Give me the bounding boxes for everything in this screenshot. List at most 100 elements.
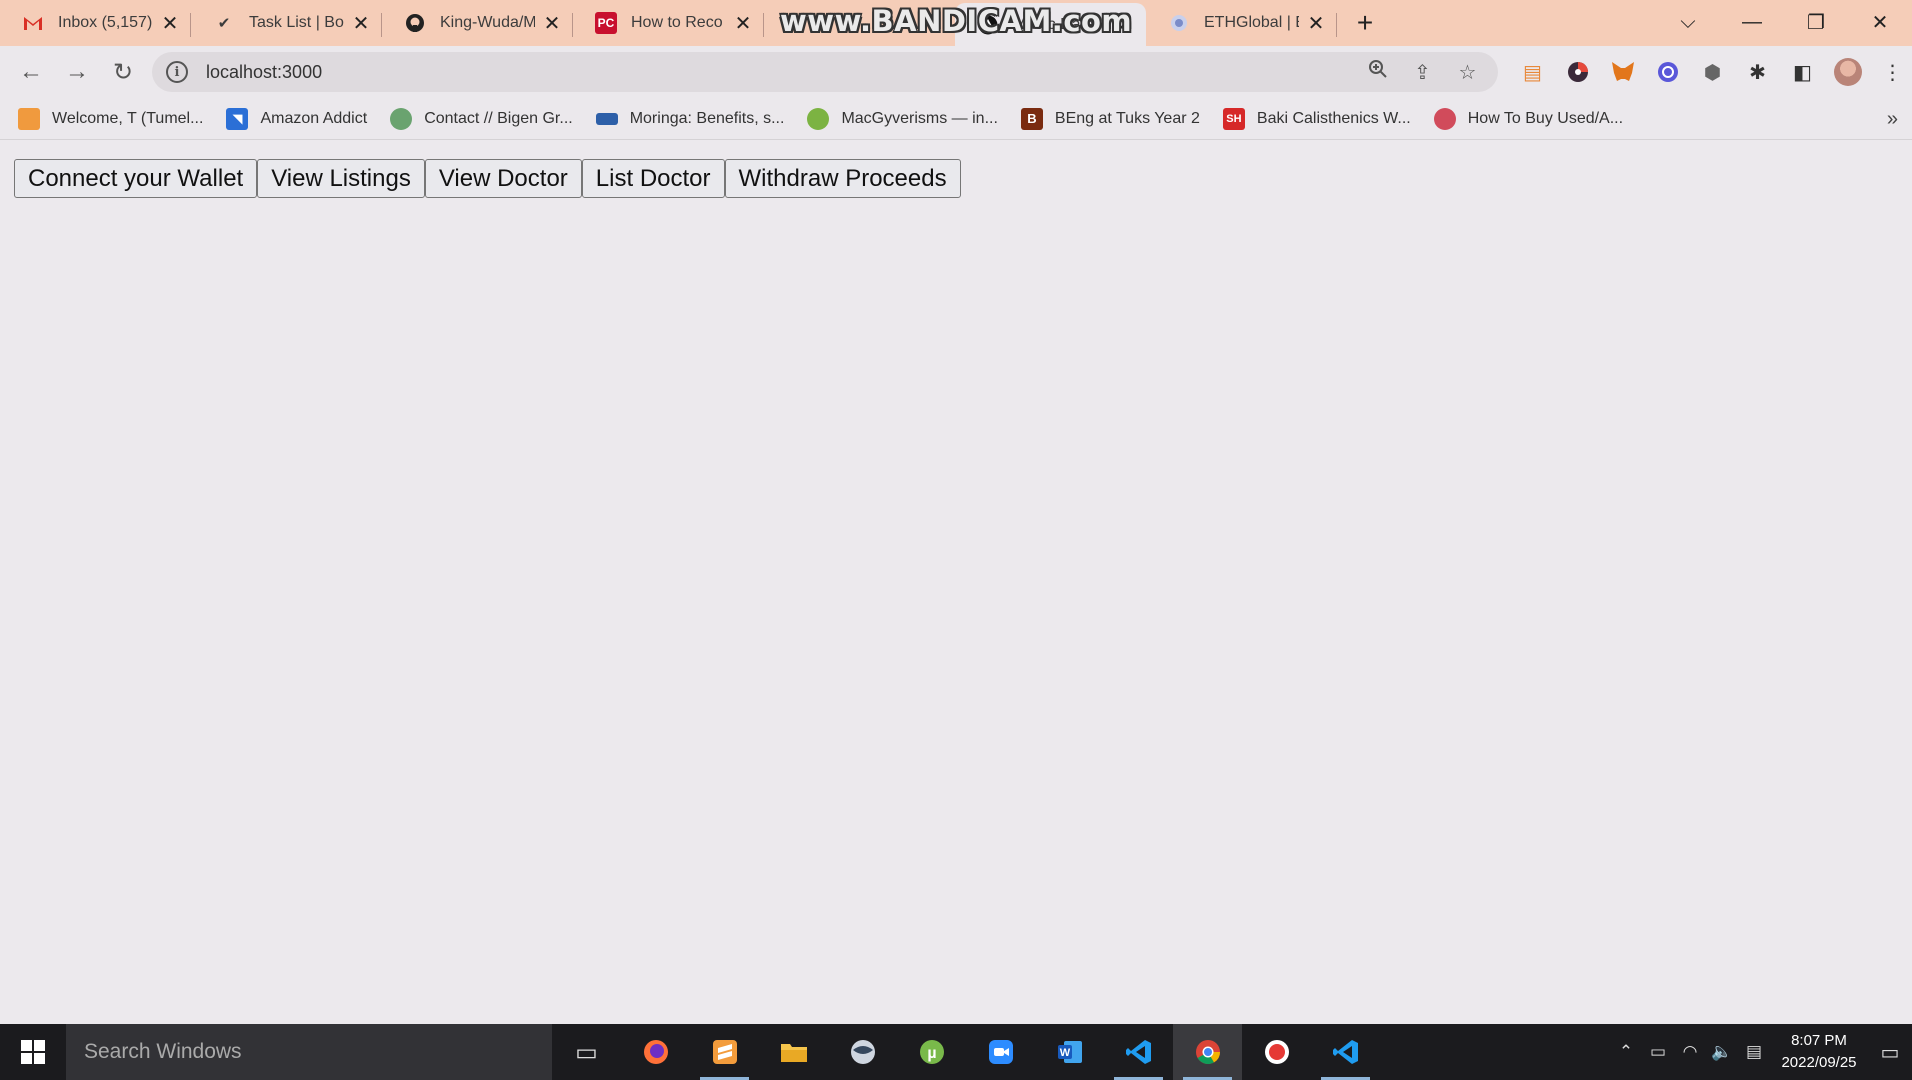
bookmark-item[interactable]: Welcome, T (Tumel...: [18, 107, 204, 130]
vscode-second-icon[interactable]: [1311, 1024, 1380, 1080]
zoom-icon[interactable]: [1355, 59, 1400, 85]
window-controls: ⌵ — ❐ ✕: [1656, 0, 1912, 44]
bookmark-blue-icon: ◥: [226, 107, 249, 130]
bookmark-label: BEng at Tuks Year 2: [1054, 109, 1200, 127]
close-icon[interactable]: ✕: [541, 12, 563, 35]
tab-search-chevron-icon[interactable]: ⌵: [1656, 0, 1720, 44]
cube-extension-icon[interactable]: ⬢: [1690, 52, 1735, 92]
tab-task-list[interactable]: ✔ Task List | Boa ✕: [191, 3, 382, 43]
bookmark-orange-icon: [18, 107, 40, 130]
tab-title: Task List | Boa: [249, 14, 344, 31]
tab-inbox[interactable]: Inbox (5,157) ✕: [0, 3, 191, 43]
search-placeholder: Search Windows: [84, 1040, 242, 1063]
bookmark-red-icon: [1433, 107, 1456, 130]
start-button[interactable]: [0, 1024, 66, 1080]
globe-app-icon[interactable]: [828, 1024, 897, 1080]
file-explorer-icon[interactable]: [759, 1024, 828, 1080]
page-content: Connect your Wallet View Listings View D…: [0, 141, 1912, 1024]
keyboard-icon[interactable]: ▤: [1738, 1042, 1770, 1062]
taskbar-search[interactable]: Search Windows: [66, 1024, 552, 1080]
firefox-icon[interactable]: [621, 1024, 690, 1080]
tab-how-to-record[interactable]: PC How to Reco ✕: [573, 3, 764, 43]
profile-avatar[interactable]: [1825, 52, 1870, 92]
bookmark-label: How To Buy Used/A...: [1467, 109, 1624, 127]
svg-text:W: W: [1059, 1047, 1070, 1059]
bookmark-item[interactable]: SH Baki Calisthenics W...: [1222, 107, 1411, 130]
bookmark-item[interactable]: B BEng at Tuks Year 2: [1020, 107, 1200, 130]
puzzle-icon[interactable]: ✱: [1735, 52, 1780, 92]
url-text: localhost:3000: [206, 61, 323, 82]
vscode-icon[interactable]: [1104, 1024, 1173, 1080]
tab-title: How to Reco: [631, 14, 723, 31]
forward-button[interactable]: →: [54, 49, 100, 95]
record-icon[interactable]: [1242, 1024, 1311, 1080]
tab-ethglobal[interactable]: ETHGlobal | E ✕: [1146, 3, 1337, 43]
side-panel-icon[interactable]: ◧: [1780, 52, 1825, 92]
extension-icons: ▤ ⬢ ✱ ◧ ⋮: [1510, 52, 1912, 92]
browser-toolbar: ← → ↻ i localhost:3000 ⇪ ☆ ▤ ⬢ ✱ ◧ ⋮: [0, 46, 1912, 98]
word-icon[interactable]: W: [1035, 1024, 1104, 1080]
task-view-icon[interactable]: ▭: [552, 1024, 621, 1080]
colorful-extension-icon[interactable]: [1555, 52, 1600, 92]
connect-wallet-button[interactable]: Connect your Wallet: [14, 159, 258, 198]
chrome-icon[interactable]: [1173, 1024, 1242, 1080]
wifi-icon[interactable]: ◠: [1674, 1042, 1706, 1062]
utorrent-icon[interactable]: µ: [897, 1024, 966, 1080]
share-icon[interactable]: ⇪: [1400, 60, 1445, 85]
reload-button[interactable]: ↻: [100, 49, 146, 95]
bookmark-label: Welcome, T (Tumel...: [52, 109, 204, 127]
bookmark-item[interactable]: Moringa: Benefits, s...: [595, 110, 784, 128]
close-icon[interactable]: ✕: [1305, 12, 1327, 35]
minimize-icon[interactable]: —: [1720, 0, 1784, 44]
address-bar[interactable]: i localhost:3000 ⇪ ☆: [152, 52, 1498, 92]
sublime-icon[interactable]: [690, 1024, 759, 1080]
bookmark-item[interactable]: MacGyverisms — in...: [807, 107, 998, 130]
view-doctor-button[interactable]: View Doctor: [424, 159, 582, 198]
arrow-left-icon: ←: [19, 58, 43, 85]
close-window-icon[interactable]: ✕: [1848, 0, 1912, 44]
github-icon: [404, 12, 426, 34]
close-icon[interactable]: ✕: [732, 12, 754, 35]
ethglobal-icon: [1168, 12, 1190, 34]
volume-icon[interactable]: 🔈: [1706, 1042, 1738, 1062]
gmail-icon: [22, 12, 44, 34]
bookmark-item[interactable]: ◥ Amazon Addict: [226, 107, 367, 130]
new-tab-button[interactable]: +: [1345, 3, 1385, 43]
restore-icon[interactable]: ❐: [1784, 0, 1848, 44]
more-bookmarks-icon[interactable]: »: [1887, 108, 1898, 131]
menu-icon[interactable]: ⋮: [1870, 52, 1912, 92]
star-icon[interactable]: ☆: [1445, 60, 1490, 85]
recording-watermark: www.BANDICAM.com: [780, 4, 1133, 38]
circle-extension-icon[interactable]: [1645, 52, 1690, 92]
bookmark-item[interactable]: Contact // Bigen Gr...: [390, 107, 573, 130]
chevron-up-icon[interactable]: ⌃: [1610, 1042, 1642, 1062]
metamask-fox-icon[interactable]: [1600, 52, 1645, 92]
omnibox-actions: ⇪ ☆: [1355, 52, 1490, 92]
close-icon[interactable]: ✕: [159, 12, 181, 35]
info-icon[interactable]: i: [166, 61, 188, 83]
battery-icon[interactable]: ▭: [1642, 1042, 1674, 1062]
clock[interactable]: 8:07 PM 2022/09/25: [1770, 1030, 1868, 1074]
withdraw-proceeds-button[interactable]: Withdraw Proceeds: [724, 159, 961, 198]
arrow-right-icon: →: [65, 58, 89, 85]
windows-logo-icon: [21, 1040, 45, 1064]
system-tray: ⌃ ▭ ◠ 🔈 ▤ 8:07 PM 2022/09/25 ▭: [1610, 1024, 1912, 1080]
back-button[interactable]: ←: [8, 49, 54, 95]
time-text: 8:07 PM: [1791, 1032, 1847, 1049]
view-listings-button[interactable]: View Listings: [257, 159, 425, 198]
checkmark-icon: ✔: [217, 15, 231, 32]
bookmarks-bar: Welcome, T (Tumel... ◥ Amazon Addict Con…: [0, 98, 1912, 140]
zoom-app-icon[interactable]: [966, 1024, 1035, 1080]
action-buttons: Connect your Wallet View Listings View D…: [14, 159, 961, 198]
notification-icon[interactable]: ▭: [1868, 1024, 1912, 1080]
bookmark-item[interactable]: How To Buy Used/A...: [1433, 107, 1624, 130]
bookmark-label: Contact // Bigen Gr...: [424, 109, 573, 127]
list-doctor-button[interactable]: List Doctor: [581, 159, 725, 198]
close-icon[interactable]: ✕: [350, 12, 372, 35]
bookmark-globe-icon: [390, 107, 413, 130]
bookmark-sh-icon: SH: [1222, 107, 1245, 130]
date-text: 2022/09/25: [1781, 1054, 1857, 1071]
layout-extension-icon[interactable]: ▤: [1510, 52, 1555, 92]
tab-github[interactable]: King-Wuda/M ✕: [382, 3, 573, 43]
bookmark-label: MacGyverisms — in...: [841, 109, 998, 127]
